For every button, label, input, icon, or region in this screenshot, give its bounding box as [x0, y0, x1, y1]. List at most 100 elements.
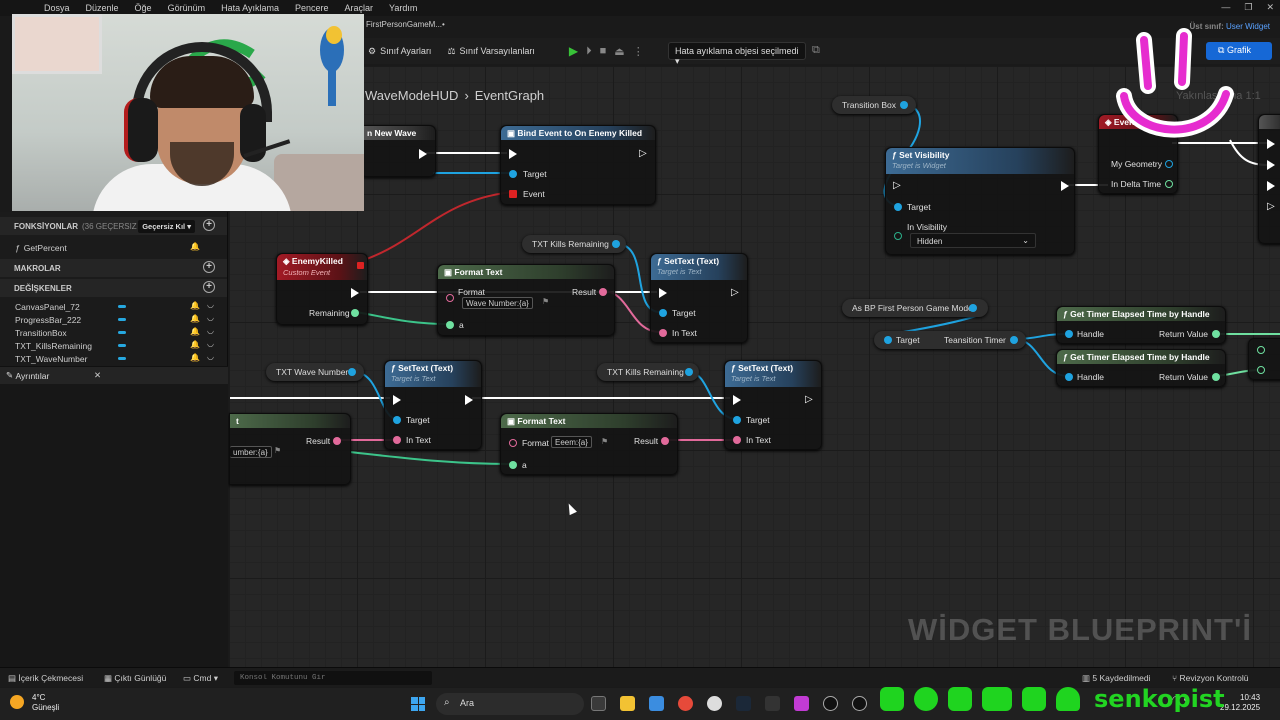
exec-pin[interactable]	[1267, 160, 1275, 170]
handle-pin[interactable]	[1065, 373, 1073, 381]
exec-pin[interactable]	[1267, 181, 1275, 191]
target-pin[interactable]	[659, 309, 667, 317]
format-value-input[interactable]: Wave Number:{a}	[462, 297, 533, 309]
in-text-pin[interactable]	[659, 329, 667, 337]
add-function-icon[interactable]: +	[203, 219, 215, 231]
node-get-timer-elapsed-1[interactable]: ƒ Get Timer Elapsed Time by Handle Handl…	[1056, 306, 1226, 344]
override-dropdown[interactable]: Geçersiz Kıl ▾	[138, 220, 195, 233]
function-item[interactable]: ƒ GetPercent 🔔	[0, 241, 227, 254]
target-pin[interactable]	[884, 336, 892, 344]
target-pin[interactable]	[509, 170, 517, 178]
delta-time-pin[interactable]	[1165, 180, 1173, 188]
variable-item[interactable]: TXT_KillsRemaining 🔔 ◡	[0, 339, 227, 352]
steam-icon[interactable]	[736, 696, 751, 711]
node-set-visibility[interactable]: ƒ Set Visibility Target is Widget ▷ Targe…	[885, 147, 1075, 255]
node-settext-1[interactable]: ƒ SetText (Text) Target is Text ▷ Target …	[650, 253, 748, 343]
unreal-engine-icon-2[interactable]	[852, 696, 867, 711]
exec-out-pin[interactable]	[351, 288, 359, 298]
variable-item[interactable]: TransitionBox 🔔 ◡	[0, 326, 227, 339]
result-pin[interactable]	[333, 437, 341, 445]
functions-header[interactable]: FONKSİYONLAR (36 GEÇERSIZ KILIN Geçersiz …	[0, 217, 227, 235]
node-right-partial[interactable]: ▷	[1258, 114, 1280, 244]
content-drawer-button[interactable]: ▤ İçerik Çekmecesi	[8, 673, 83, 684]
remaining-pin[interactable]	[351, 309, 359, 317]
taskbar-search[interactable]: ⌕ Ara	[436, 693, 584, 715]
var-wave-number[interactable]: TXT Wave Number	[266, 363, 364, 381]
exec-out-pin[interactable]: ▷	[805, 395, 814, 405]
result-pin[interactable]	[661, 437, 669, 445]
return-pin[interactable]	[1212, 373, 1220, 381]
result-pin[interactable]	[599, 288, 607, 296]
target-pin[interactable]	[894, 203, 902, 211]
exec-in-pin[interactable]	[659, 288, 667, 298]
windows-start-icon[interactable]	[411, 697, 425, 711]
app-icon[interactable]	[707, 696, 722, 711]
node-format-text-1[interactable]: ▣ Format Text Format Wave Number:{a} ⚑ R…	[437, 264, 615, 336]
eye-icon[interactable]: ◡	[207, 300, 214, 309]
delegate-pin[interactable]	[357, 262, 364, 269]
format-pin[interactable]	[446, 294, 454, 302]
variable-item[interactable]: CanvasPanel_72 🔔 ◡	[0, 300, 227, 313]
node-get-transition-timer[interactable]: Target Teansition Timer	[874, 331, 1026, 349]
exec-out-pin[interactable]: ▷	[639, 149, 648, 159]
a-pin[interactable]	[509, 461, 517, 469]
macros-header[interactable]: MAKROLAR +	[0, 259, 227, 277]
app-purple-icon[interactable]	[794, 696, 809, 711]
node-format-text-2[interactable]: ▣ Format Text Format Eeem:{a} ⚑ Result a	[500, 413, 678, 475]
node-settext-3[interactable]: ƒ SetText (Text) Target is Text ▷ Target …	[724, 360, 822, 450]
output-log-button[interactable]: ▦ Çıktı Günlüğü	[104, 673, 166, 684]
variables-header[interactable]: DEĞİŞKENLER +	[0, 279, 227, 297]
exec-out-pin[interactable]	[465, 395, 473, 405]
exec-pin[interactable]: ▷	[1267, 202, 1276, 212]
close-tab-icon[interactable]: ✕	[94, 370, 101, 381]
output-pin[interactable]	[969, 304, 977, 312]
add-variable-icon[interactable]: +	[203, 281, 215, 293]
exec-out-pin[interactable]: ▷	[731, 288, 740, 298]
node-settext-2[interactable]: ƒ SetText (Text) Target is Text Target In…	[384, 360, 482, 450]
console-command-input[interactable]	[234, 671, 432, 685]
format-value-input[interactable]: umber:{a}	[230, 446, 272, 458]
var-kills-remaining-2[interactable]: TXT Kills Remaining	[597, 363, 699, 381]
handle-pin[interactable]	[1065, 330, 1073, 338]
epic-games-icon[interactable]	[765, 696, 780, 711]
exec-in-pin[interactable]	[393, 395, 401, 405]
in-text-pin[interactable]	[393, 436, 401, 444]
unreal-engine-icon[interactable]	[823, 696, 838, 711]
node-bind-event[interactable]: ▣ Bind Event to On Enemy Killed ▷ Target…	[500, 125, 656, 205]
output-pin[interactable]	[900, 101, 908, 109]
format-value-input[interactable]: Eeem:{a}	[551, 436, 592, 448]
visibility-dropdown[interactable]: Hidden ⌄	[910, 233, 1036, 248]
var-kills-remaining-1[interactable]: TXT Kills Remaining	[522, 235, 626, 253]
exec-out-pin[interactable]	[1061, 181, 1069, 191]
details-tab[interactable]: ✎ Ayrıntılar ✕	[0, 366, 228, 384]
input-pin[interactable]	[1257, 366, 1265, 374]
clock[interactable]: 10:43 29.12.2025	[1220, 693, 1260, 713]
node-enemy-killed[interactable]: ◈ EnemyKilled Custom Event Remaining	[276, 253, 368, 325]
node-right-partial-2[interactable]	[1248, 338, 1280, 380]
output-pin[interactable]	[348, 368, 356, 376]
variable-item[interactable]: ProgressBar_222 🔔 ◡	[0, 313, 227, 326]
in-text-pin[interactable]	[733, 436, 741, 444]
variable-item[interactable]: TXT_WaveNumber 🔔 ◡	[0, 352, 227, 365]
return-pin[interactable]	[1212, 330, 1220, 338]
cmd-dropdown[interactable]: ▭ Cmd ▾	[183, 673, 218, 684]
visibility-pin[interactable]	[894, 232, 902, 240]
exec-in-pin[interactable]	[509, 149, 517, 159]
file-explorer-icon[interactable]	[620, 696, 635, 711]
eye-icon[interactable]: ◡	[207, 326, 214, 335]
input-pin[interactable]	[1257, 346, 1265, 354]
add-macro-icon[interactable]: +	[203, 261, 215, 273]
store-icon[interactable]	[649, 696, 664, 711]
node-cast-game-mode[interactable]: As BP First Person Game Mode	[842, 299, 988, 317]
task-view-icon[interactable]	[591, 696, 606, 711]
eye-icon[interactable]: ◡	[207, 339, 214, 348]
chrome-icon[interactable]	[678, 696, 693, 711]
node-on-new-wave[interactable]: n New Wave	[360, 125, 436, 177]
exec-pin[interactable]	[1267, 139, 1275, 149]
weather-widget[interactable]: 4°C Güneşli	[10, 693, 59, 713]
var-transition-box[interactable]: Transition Box	[832, 96, 916, 114]
output-pin[interactable]	[1010, 336, 1018, 344]
eye-icon[interactable]: ◡	[207, 313, 214, 322]
output-pin[interactable]	[612, 240, 620, 248]
output-pin[interactable]	[685, 368, 693, 376]
